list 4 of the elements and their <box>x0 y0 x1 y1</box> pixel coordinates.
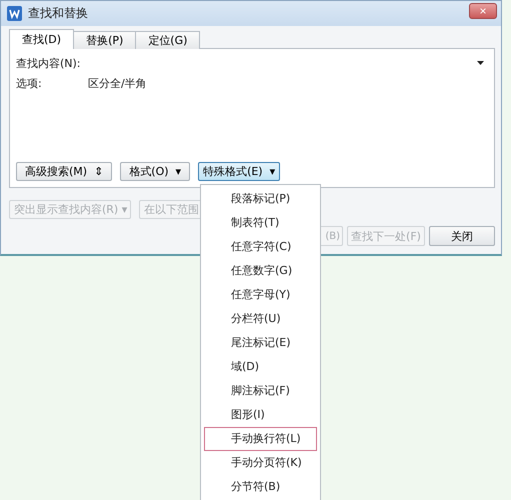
options-label: 选项: <box>16 76 43 90</box>
window-title: 查找和替换 <box>28 5 89 22</box>
options-value: 区分全/半角 <box>88 76 147 90</box>
field-label: 查找内容(N): <box>16 56 82 70</box>
